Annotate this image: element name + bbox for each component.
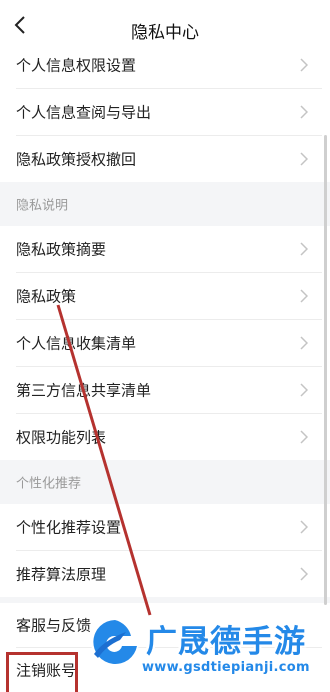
chevron-right-icon	[300, 105, 308, 119]
menu-item-label: 推荐算法原理	[16, 565, 107, 584]
menu-item-recommendation-settings[interactable]: 个性化推荐设置	[0, 504, 322, 550]
menu-item-label: 个人信息权限设置	[16, 56, 137, 75]
watermark: 广晟德手游 www.gsdtiepianji.com	[86, 608, 330, 688]
menu-item-revoke-authorization[interactable]: 隐私政策授权撤回	[0, 136, 322, 182]
menu-item-label: 客服与反馈	[16, 616, 92, 635]
menu-item-permission-functions[interactable]: 权限功能列表	[0, 414, 322, 460]
menu-item-privacy-policy[interactable]: 隐私政策	[0, 273, 322, 319]
page-title: 隐私中心	[131, 23, 199, 43]
menu-item-label: 个人信息收集清单	[16, 334, 137, 353]
menu-item-view-export[interactable]: 个人信息查阅与导出	[0, 89, 322, 135]
watermark-url: www.gsdtiepianji.com	[142, 660, 310, 675]
menu-item-collection-list[interactable]: 个人信息收集清单	[0, 320, 322, 366]
section-header-privacy: 隐私说明	[0, 182, 330, 226]
menu-item-policy-summary[interactable]: 隐私政策摘要	[0, 226, 322, 272]
menu-item-label: 第三方信息共享清单	[16, 381, 152, 400]
annotation-highlight-box	[6, 652, 78, 692]
menu-item-label: 权限功能列表	[16, 428, 107, 447]
chevron-right-icon	[300, 336, 308, 350]
menu-item-label: 隐私政策摘要	[16, 240, 107, 259]
chevron-right-icon	[300, 567, 308, 581]
menu-item-label: 个人信息查阅与导出	[16, 103, 152, 122]
menu-item-label: 个性化推荐设置	[16, 518, 122, 537]
scrollbar[interactable]	[324, 135, 327, 605]
menu-item-third-party-sharing[interactable]: 第三方信息共享清单	[0, 367, 322, 413]
menu-item-algorithm-principle[interactable]: 推荐算法原理	[0, 551, 322, 597]
section-header-personalization: 个性化推荐	[0, 460, 330, 504]
watermark-logo-icon	[91, 618, 139, 666]
chevron-right-icon	[300, 242, 308, 256]
section-label: 隐私说明	[16, 198, 69, 214]
chevron-right-icon	[300, 289, 308, 303]
section-label: 个性化推荐	[16, 476, 82, 492]
chevron-right-icon	[300, 383, 308, 397]
chevron-right-icon	[300, 520, 308, 534]
menu-item-permission-settings[interactable]: 个人信息权限设置	[0, 42, 322, 88]
chevron-right-icon	[300, 58, 308, 72]
menu-item-label: 隐私政策	[16, 287, 77, 306]
menu-item-label: 隐私政策授权撤回	[16, 150, 137, 169]
chevron-right-icon	[300, 430, 308, 444]
chevron-right-icon	[300, 152, 308, 166]
watermark-title: 广晟德手游	[146, 624, 306, 660]
